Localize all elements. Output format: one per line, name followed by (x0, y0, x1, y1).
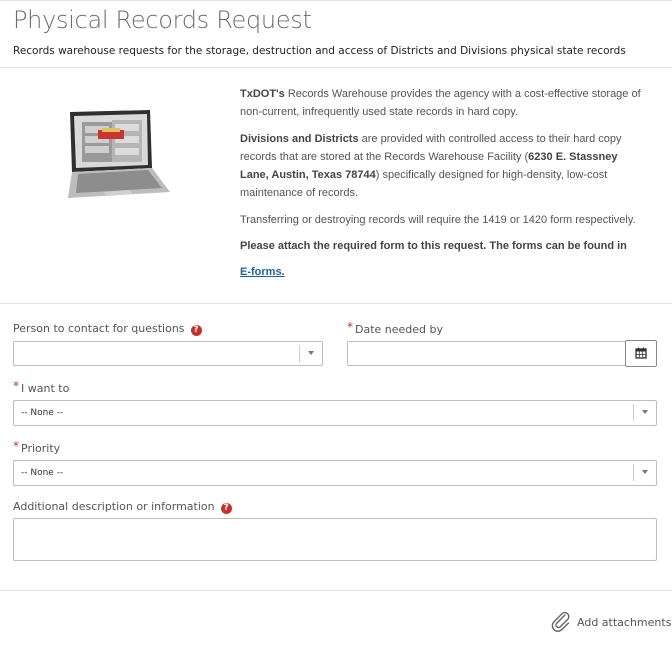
description-textarea[interactable] (13, 518, 657, 561)
required-marker: * (347, 320, 353, 334)
required-marker: * (13, 379, 19, 393)
calendar-button[interactable] (625, 340, 657, 367)
access-bold: Divisions and Districts (240, 133, 359, 145)
intro-text: Records Warehouse provides the agency wi… (240, 88, 641, 118)
date-label-text: Date needed by (355, 323, 444, 336)
forms-paragraph: Transferring or destroying records will … (240, 214, 636, 226)
contact-label-text: Person to contact for questions (13, 322, 185, 335)
want-value: -- None -- (21, 408, 64, 418)
dropdown-toggle[interactable] (299, 345, 322, 362)
chevron-down-icon (642, 410, 648, 414)
date-input[interactable] (347, 341, 626, 366)
dropdown-toggle[interactable] (633, 404, 656, 421)
want-label-text: I want to (21, 382, 70, 395)
dropdown-toggle[interactable] (633, 464, 656, 481)
want-label: * I want to (13, 379, 70, 395)
paperclip-icon (551, 611, 570, 632)
chevron-down-icon (308, 351, 314, 355)
page-title: Physical Records Request (13, 6, 312, 34)
description-label-text: Additional description or information (13, 500, 215, 513)
priority-label-text: Priority (21, 442, 61, 455)
contact-select[interactable] (13, 341, 323, 366)
add-attachments-label: Add attachments (577, 616, 672, 629)
description-label: Additional description or information? (13, 500, 232, 514)
page-subtitle: Records warehouse requests for the stora… (13, 45, 626, 57)
divider (0, 590, 672, 591)
help-icon[interactable]: ? (190, 325, 202, 336)
date-label: * Date needed by (347, 320, 444, 336)
intro-paragraph: TxDOT's Records Warehouse provides the a… (240, 85, 642, 121)
required-marker: * (13, 439, 19, 453)
top-border (0, 0, 672, 1)
access-paragraph: Divisions and Districts are provided wit… (240, 130, 642, 202)
priority-value: -- None -- (21, 468, 64, 478)
laptop-records-illustration (68, 110, 170, 198)
divider (0, 303, 672, 304)
intro-bold: TxDOT's (240, 88, 285, 100)
priority-label: * Priority (13, 439, 61, 455)
help-icon[interactable]: ? (220, 503, 232, 514)
contact-label: Person to contact for questions? (13, 322, 202, 336)
attach-instruction: Please attach the required form to this … (240, 240, 627, 252)
eforms-row: E-forms. (240, 263, 642, 281)
divider (0, 67, 672, 68)
want-select[interactable]: -- None -- (13, 400, 657, 426)
priority-select[interactable]: -- None -- (13, 460, 657, 486)
chevron-down-icon (642, 470, 648, 474)
calendar-icon (635, 347, 647, 359)
add-attachments-button[interactable]: Add attachments (550, 610, 671, 635)
eforms-link[interactable]: E-forms. (240, 266, 285, 278)
